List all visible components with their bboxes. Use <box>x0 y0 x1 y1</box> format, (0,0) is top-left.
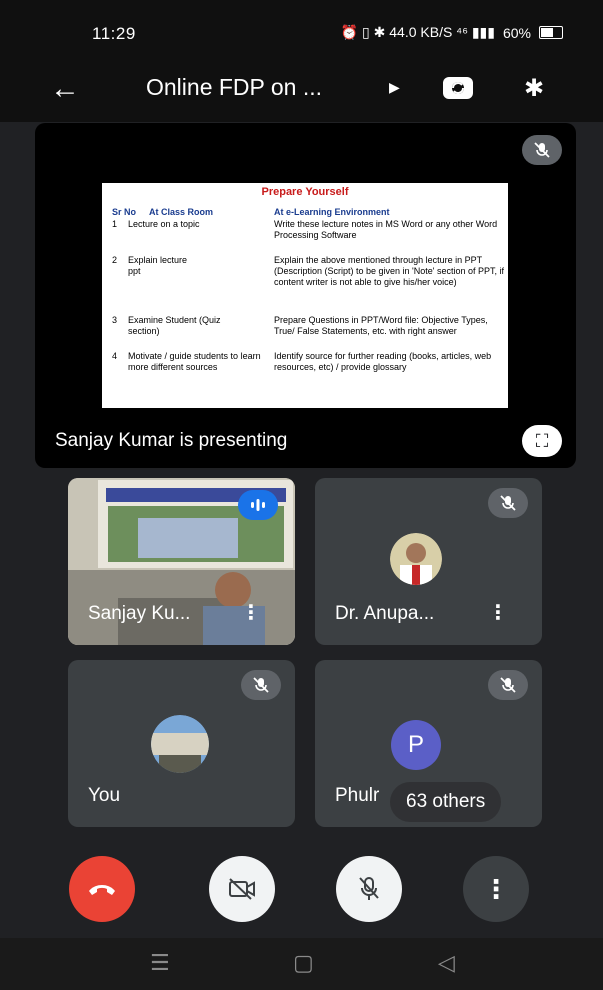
slide-title: Prepare Yourself <box>261 186 349 198</box>
back-arrow-icon[interactable]: ← <box>50 74 80 104</box>
participant-tile-sanjay[interactable]: Sanjay Ku... ⋮ <box>68 478 295 645</box>
switch-camera-icon[interactable] <box>440 72 476 102</box>
back-nav-icon[interactable]: ◁ <box>438 950 455 976</box>
battery-percent: 60% <box>502 24 531 41</box>
others-count-chip[interactable]: 63 others <box>390 782 502 822</box>
more-vert-icon[interactable]: ⋮ <box>241 600 261 625</box>
row-elearn: Write these lecture notes in MS Word or … <box>274 219 498 240</box>
meeting-header: ← Online FDP on ... ▶ ✱ <box>0 64 603 122</box>
mic-muted-icon <box>488 488 528 518</box>
participant-tile-you[interactable]: You <box>68 660 295 827</box>
participant-name: Dr. Anupa... <box>335 603 435 624</box>
participant-name: Sanjay Ku... <box>88 603 191 624</box>
row-class: Lecture on a topic <box>128 219 200 229</box>
home-icon[interactable]: ▢ <box>293 950 314 976</box>
mic-muted-icon <box>488 670 528 700</box>
caret-right-icon[interactable]: ▶ <box>389 79 400 96</box>
phone-hangup-icon <box>89 885 115 895</box>
mic-muted-icon <box>522 135 562 165</box>
more-options-button[interactable]: ⋮ <box>463 856 529 922</box>
status-bar: 11:29 ⏰ ▯ ✱ 44.0 KB/S ⁴⁶ ▮▮▮ 60% <box>0 0 603 64</box>
speaking-indicator-icon <box>238 490 278 520</box>
bluetooth-icon[interactable]: ✱ <box>524 74 544 103</box>
participant-tile-anupam[interactable]: Dr. Anupa... ⋮ <box>315 478 542 645</box>
row-class: Explain lecture ppt <box>128 255 188 276</box>
more-vert-icon[interactable]: ⋮ <box>488 600 508 625</box>
col-sr: Sr No <box>112 207 137 217</box>
presentation-tile[interactable]: Prepare Yourself Sr No At Class Room At … <box>35 123 576 468</box>
mic-off-icon <box>359 877 379 900</box>
system-nav-bar: ☰ ▢ ◁ <box>0 938 603 990</box>
status-indicators: ⏰ ▯ ✱ 44.0 KB/S ⁴⁶ ▮▮▮ <box>340 24 495 40</box>
status-time: 11:29 <box>92 24 136 43</box>
avatar-letter: P <box>391 720 441 770</box>
avatar <box>390 533 442 585</box>
row-class: Motivate / guide students to learn more … <box>128 351 261 372</box>
row-elearn: Prepare Questions in PPT/Word file: Obje… <box>274 315 488 336</box>
presenting-label: Sanjay Kumar is presenting <box>55 430 288 451</box>
participant-tile-phulr[interactable]: P Phulr 63 others <box>315 660 542 827</box>
menu-icon[interactable]: ☰ <box>150 950 170 976</box>
avatar <box>151 715 209 773</box>
col-class: At Class Room <box>149 207 214 217</box>
mic-muted-icon <box>241 670 281 700</box>
row-class: Examine Student (Quiz section) <box>128 315 221 336</box>
participant-name: Phulr <box>335 785 380 806</box>
status-icons: ⏰ ▯ ✱ 44.0 KB/S ⁴⁶ ▮▮▮ 60% <box>341 24 563 41</box>
camera-off-icon <box>229 878 255 900</box>
row-elearn: Identify source for further reading (boo… <box>274 351 492 372</box>
battery-icon <box>539 26 563 39</box>
meeting-title[interactable]: Online FDP on ... <box>146 74 322 101</box>
fullscreen-icon[interactable]: ⛶ <box>522 425 562 457</box>
row-elearn: Explain the above mentioned through lect… <box>274 255 505 287</box>
participant-name: You <box>88 785 121 806</box>
shared-slide: Prepare Yourself Sr No At Class Room At … <box>102 183 508 408</box>
mic-toggle-button[interactable] <box>336 856 402 922</box>
col-elearn: At e-Learning Environment <box>274 207 390 217</box>
camera-toggle-button[interactable] <box>209 856 275 922</box>
end-call-button[interactable] <box>69 856 135 922</box>
